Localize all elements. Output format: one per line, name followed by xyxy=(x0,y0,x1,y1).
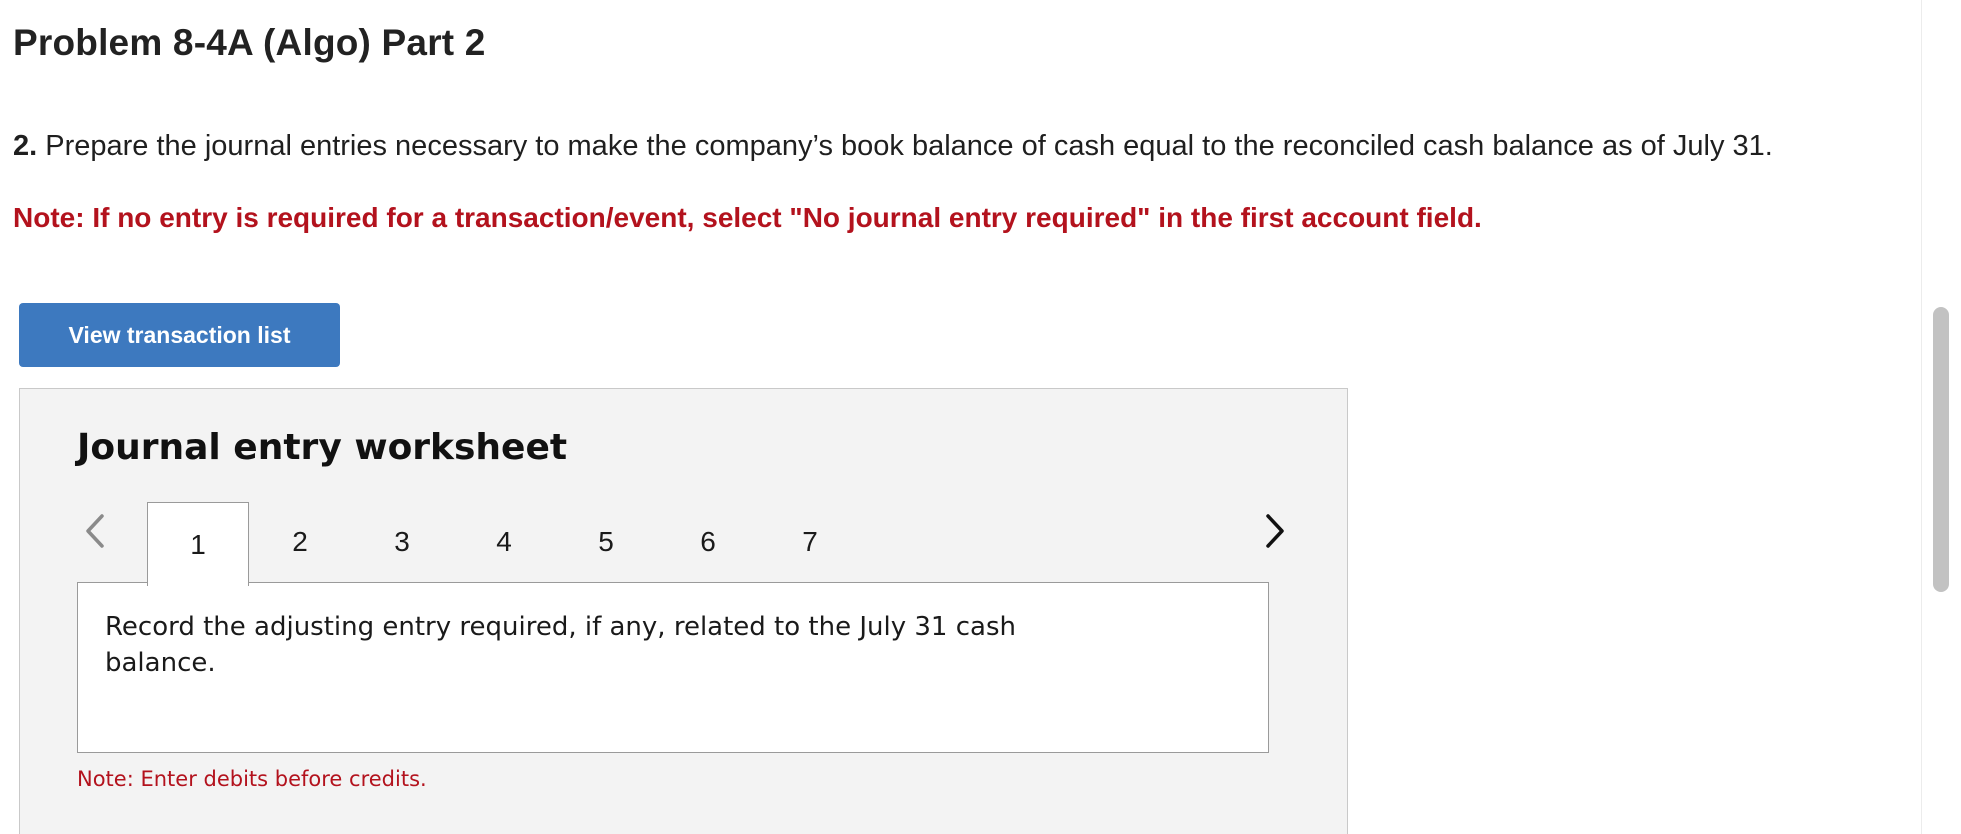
page: Problem 8-4A (Algo) Part 2 2. Prepare th… xyxy=(0,0,1930,834)
scrollbar-thumb[interactable] xyxy=(1933,307,1949,592)
debits-note: Note: Enter debits before credits. xyxy=(77,767,427,791)
no-entry-note: Note: If no entry is required for a tran… xyxy=(13,202,1482,233)
tab-1[interactable]: 1 xyxy=(147,502,249,586)
instruction-number: 2. xyxy=(13,130,38,162)
vertical-scrollbar[interactable] xyxy=(1921,0,1961,834)
tab-3[interactable]: 3 xyxy=(351,502,453,582)
view-transaction-list-button[interactable]: View transaction list xyxy=(19,303,340,367)
worksheet-title: Journal entry worksheet xyxy=(77,427,568,468)
page-title: Problem 8-4A (Algo) Part 2 xyxy=(13,22,486,63)
tab-4[interactable]: 4 xyxy=(453,502,555,582)
worksheet-tabs: 1 2 3 4 5 6 7 xyxy=(147,502,861,586)
tab-6[interactable]: 6 xyxy=(657,502,759,582)
chevron-left-icon[interactable] xyxy=(80,509,110,553)
journal-entry-worksheet: Journal entry worksheet 1 2 3 4 5 6 7 Re… xyxy=(19,388,1348,834)
tab-2[interactable]: 2 xyxy=(249,502,351,582)
tab-7[interactable]: 7 xyxy=(759,502,861,582)
tab-5[interactable]: 5 xyxy=(555,502,657,582)
instruction-text: Prepare the journal entries necessary to… xyxy=(37,130,1773,162)
chevron-right-icon[interactable] xyxy=(1260,509,1290,553)
instructions: 2. Prepare the journal entries necessary… xyxy=(13,128,1893,164)
entry-prompt: Record the adjusting entry required, if … xyxy=(105,612,1016,678)
tab-panel: Record the adjusting entry required, if … xyxy=(77,582,1269,753)
